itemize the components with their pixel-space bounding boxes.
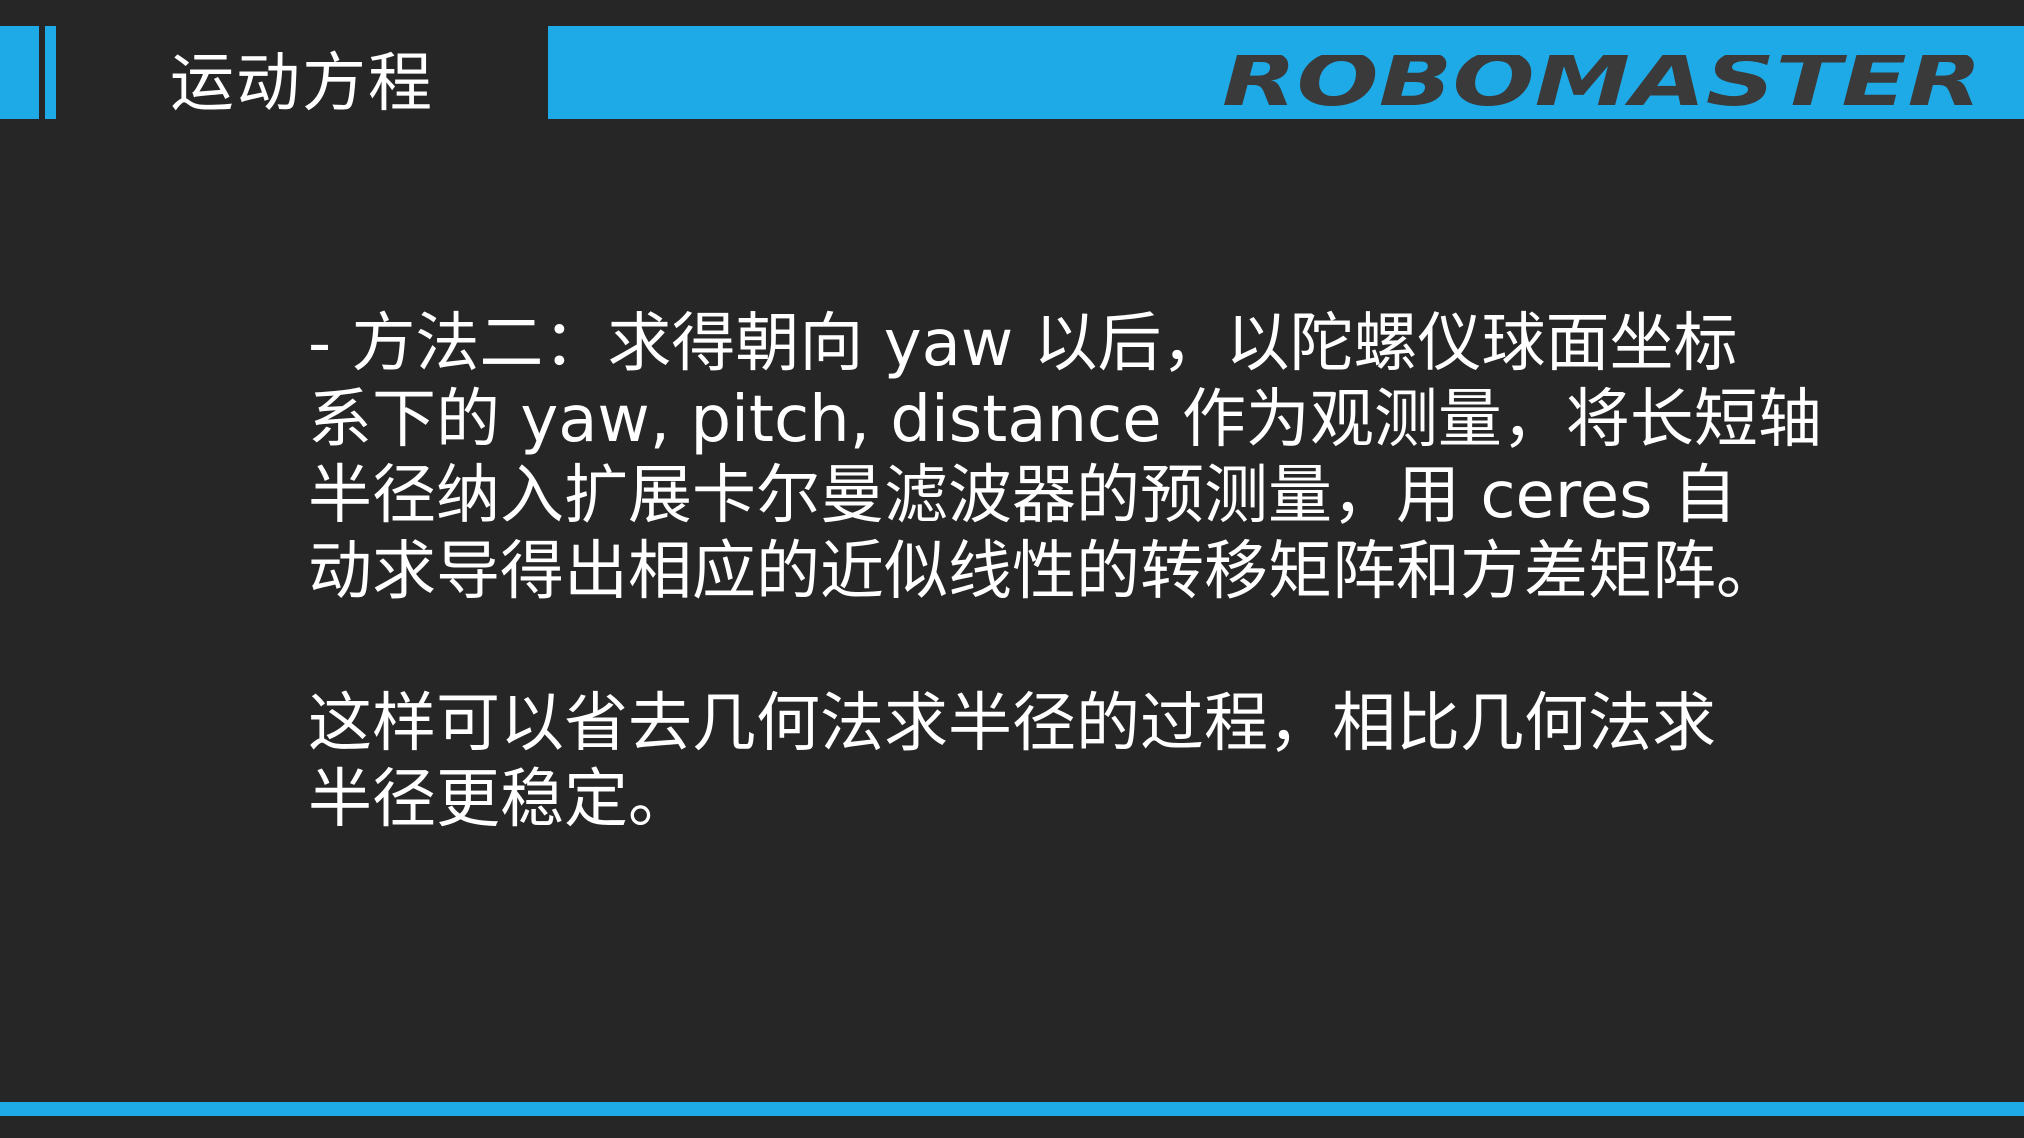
slide-content: - 方法二：求得朝向 yaw 以后，以陀螺仪球面坐标 系下的 yaw, pitc…: [308, 306, 1822, 838]
paragraph-method: - 方法二：求得朝向 yaw 以后，以陀螺仪球面坐标 系下的 yaw, pitc…: [308, 306, 1822, 610]
left-accent-stripe: [45, 26, 56, 119]
text-line: 半径纳入扩展卡尔曼滤波器的预测量，用 ceres 自: [308, 459, 1737, 533]
text-line: 系下的 yaw, pitch, distance 作为观测量，将长短轴: [308, 383, 1822, 457]
robomaster-logo: ROBOMASTER: [1218, 55, 1986, 115]
footer-accent-bar: [0, 1102, 2024, 1116]
text-line: 这样可以省去几何法求半径的过程，相比几何法求: [308, 687, 1716, 761]
text-line: 动求导得出相应的近似线性的转移矩阵和方差矩阵。: [308, 535, 1780, 609]
slide-title: 运动方程: [170, 47, 434, 121]
left-accent-block: [0, 26, 39, 119]
slide: 运动方程 ROBOMASTER - 方法二：求得朝向 yaw 以后，以陀螺仪球面…: [0, 0, 2024, 1138]
text-line: - 方法二：求得朝向 yaw 以后，以陀螺仪球面坐标: [308, 307, 1738, 381]
brand-logo-text: ROBOMASTER: [1222, 55, 1982, 115]
paragraph-conclusion: 这样可以省去几何法求半径的过程，相比几何法求 半径更稳定。: [308, 686, 1768, 838]
text-line: 半径更稳定。: [308, 763, 692, 837]
